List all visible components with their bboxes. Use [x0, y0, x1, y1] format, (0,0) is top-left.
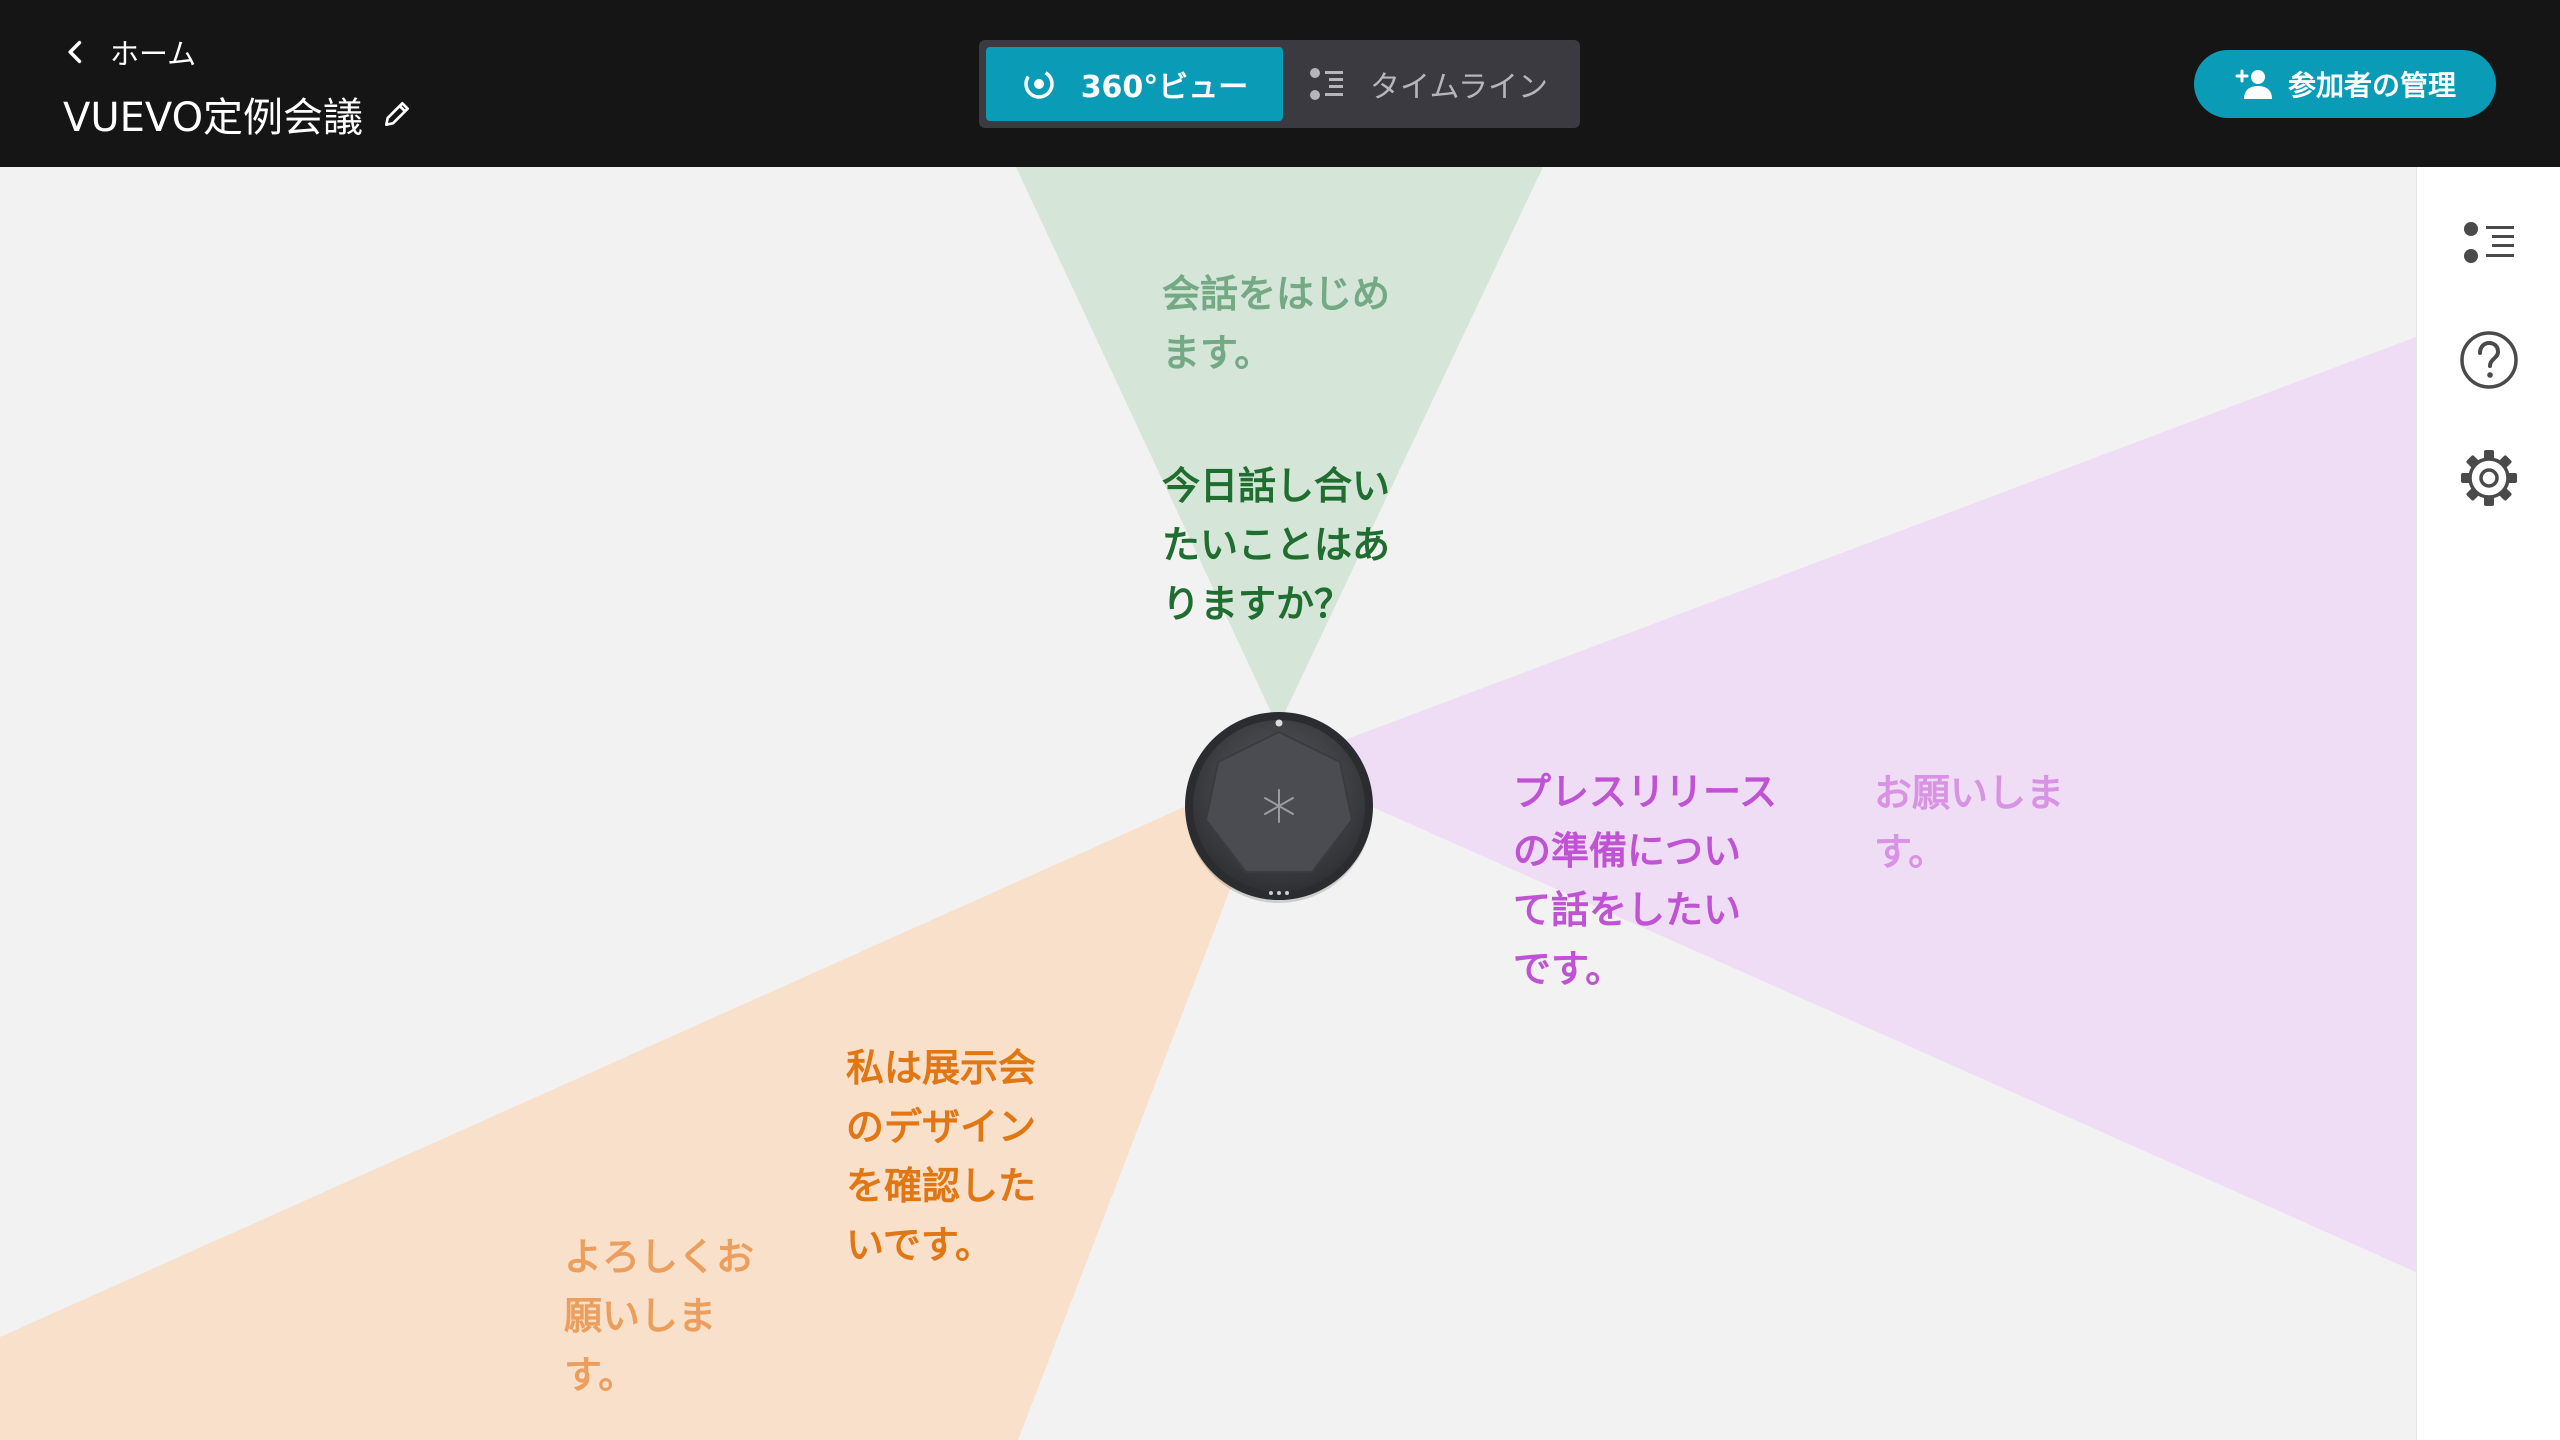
right-toolbar [2416, 167, 2560, 1440]
manage-participants-button[interactable]: 参加者の管理 [2194, 50, 2496, 118]
beam-green [1016, 167, 1543, 727]
utterance-orange-older: よろしくお 願いしま す。 [564, 1235, 755, 1397]
utterance-purple-latest: プレスリリース の準備につい て話をしたい です。 [1513, 770, 1778, 991]
back-to-home-link[interactable]: ホーム [62, 30, 196, 74]
tab-timeline-label: タイムライン [1370, 70, 1548, 105]
360-view-canvas: 会話をはじめ ます。 今日話し合い たいことはあ りますか？ プレスリリース の… [0, 167, 2416, 1440]
settings-icon [2461, 450, 2517, 506]
settings-button[interactable] [2457, 446, 2521, 510]
app-root: ホーム VUEVO定例会議 360°ビュー タイムライン 参加者の管理 会話をは… [0, 0, 2560, 1440]
top-bar: ホーム VUEVO定例会議 360°ビュー タイムライン 参加者の管理 [0, 0, 2560, 167]
view-toggle: 360°ビュー タイムライン [979, 40, 1580, 128]
utterance-purple-older: お願いしま す。 [1874, 771, 2065, 874]
beam-purple [1278, 337, 2416, 1272]
add-person-icon [2235, 69, 2272, 99]
tab-timeline[interactable]: タイムライン [1283, 47, 1573, 121]
help-button[interactable] [2457, 328, 2521, 392]
meeting-title-row: VUEVO定例会議 [63, 86, 413, 142]
pencil-icon[interactable] [381, 98, 413, 130]
help-icon [2460, 331, 2518, 389]
manage-participants-label: 参加者の管理 [2287, 69, 2456, 102]
transcript-list-button[interactable] [2457, 211, 2521, 275]
back-link-label: ホーム [110, 37, 197, 71]
list-icon [2464, 222, 2514, 263]
tab-360-view-label: 360°ビュー [1080, 70, 1249, 105]
meeting-title: VUEVO定例会議 [63, 95, 364, 141]
tab-360-view[interactable]: 360°ビュー [986, 47, 1283, 121]
chevron-left-icon [68, 40, 82, 64]
timeline-icon [1310, 68, 1344, 100]
utterance-green-latest: 今日話し合い たいことはあ りますか？ [1162, 464, 1391, 626]
360-view-icon [1023, 69, 1054, 99]
utterance-orange-latest: 私は展示会 のデザイン を確認した いです。 [846, 1046, 1037, 1267]
speakerphone-device [1185, 712, 1373, 903]
utterance-green-older: 会話をはじめ ます。 [1162, 272, 1391, 375]
